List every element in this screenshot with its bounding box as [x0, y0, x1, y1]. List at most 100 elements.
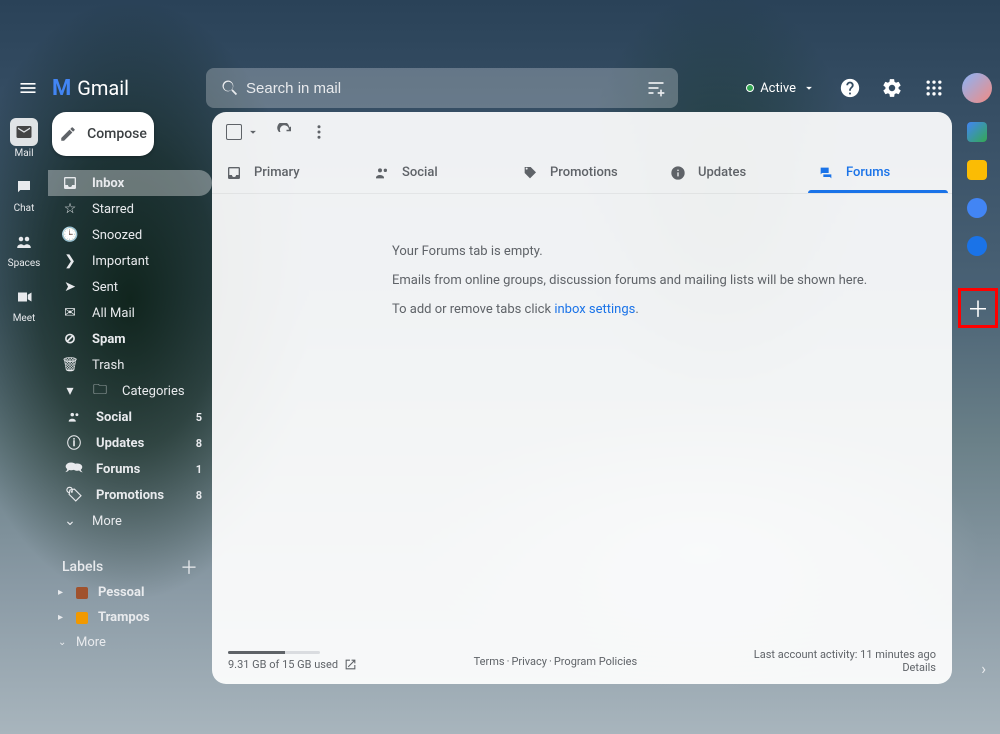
inbox-icon: [226, 165, 242, 181]
footer-links: Terms · Privacy · Program Policies: [474, 655, 638, 668]
tab-forums[interactable]: Forums: [804, 152, 952, 193]
privacy-link[interactable]: Privacy: [511, 655, 547, 668]
nav-starred[interactable]: ☆Starred: [48, 196, 212, 222]
gmail-logo[interactable]: M Gmail: [52, 76, 202, 101]
product-name: Gmail: [77, 76, 129, 100]
terms-link[interactable]: Terms: [474, 655, 505, 668]
label-trampos[interactable]: ▸ Trampos: [48, 605, 212, 630]
mail-icon: [10, 118, 38, 146]
people-icon: [374, 165, 390, 181]
labels-title: Labels: [62, 559, 103, 575]
folder-icon: 🗀: [92, 379, 108, 403]
main-menu-button[interactable]: [4, 64, 52, 112]
apps-button[interactable]: [916, 70, 952, 106]
tasks-addon[interactable]: [967, 198, 987, 218]
rail-label: Chat: [14, 203, 35, 214]
status-chip[interactable]: Active: [736, 77, 826, 100]
forum-icon: [818, 165, 834, 181]
search-bar[interactable]: [206, 68, 678, 108]
nav-cat-social[interactable]: Social5: [48, 404, 212, 430]
refresh-icon: [276, 123, 294, 141]
search-input[interactable]: [246, 80, 642, 97]
rail-item-spaces[interactable]: Spaces: [8, 228, 41, 269]
labels-header: Labels ＋: [48, 554, 212, 580]
nav-inbox[interactable]: Inbox: [48, 170, 212, 196]
rail-item-mail[interactable]: Mail: [10, 118, 38, 159]
get-addons-button-highlight: ＋: [958, 288, 998, 328]
topbar: M Gmail Active: [0, 64, 1000, 112]
account-avatar[interactable]: [962, 73, 992, 103]
nav-categories[interactable]: ▾🗀Categories: [48, 378, 212, 404]
nav-important[interactable]: ❯Important: [48, 248, 212, 274]
compose-label: Compose: [87, 126, 147, 142]
support-button[interactable]: [832, 70, 868, 106]
gmail-m-icon: M: [52, 76, 71, 101]
details-link[interactable]: Details: [754, 661, 936, 674]
nav-sent[interactable]: ➤Sent: [48, 274, 212, 300]
empty-desc: Emails from online groups, discussion fo…: [392, 273, 952, 288]
toolbar: [212, 112, 952, 152]
app-rail: Mail Chat Spaces Meet: [0, 112, 48, 324]
info-icon: [670, 165, 686, 181]
select-all-checkbox[interactable]: [226, 124, 260, 140]
keep-addon[interactable]: [967, 160, 987, 180]
status-label: Active: [760, 81, 796, 96]
nav-cat-forums[interactable]: 🗪Forums1: [48, 456, 212, 482]
chevron-down-icon: [802, 81, 816, 95]
info-icon: ⓘ: [66, 433, 82, 453]
search-options-icon[interactable]: [642, 78, 670, 98]
chevron-down-icon: ▾: [62, 383, 78, 399]
storage-bar: [228, 651, 320, 654]
inbox-icon: [62, 175, 78, 191]
settings-button[interactable]: [874, 70, 910, 106]
contacts-addon[interactable]: [967, 236, 987, 256]
tab-primary[interactable]: Primary: [212, 152, 360, 193]
tab-promotions[interactable]: Promotions: [508, 152, 656, 193]
chat-icon: [10, 173, 38, 201]
sidebar: Compose Inbox ☆Starred 🕒Snoozed ❯Importa…: [48, 112, 212, 655]
footer: 9.31 GB of 15 GB used Terms · Privacy · …: [212, 642, 952, 684]
nav-spam[interactable]: ⊘Spam: [48, 326, 212, 352]
tab-social[interactable]: Social: [360, 152, 508, 193]
nav-cat-updates[interactable]: ⓘUpdates8: [48, 430, 212, 456]
compose-button[interactable]: Compose: [52, 112, 154, 156]
nav-snoozed[interactable]: 🕒Snoozed: [48, 222, 212, 248]
storage-info: 9.31 GB of 15 GB used: [228, 651, 357, 671]
empty-cta: To add or remove tabs click inbox settin…: [392, 302, 952, 317]
nav-allmail[interactable]: ✉All Mail: [48, 300, 212, 326]
nav-list: Inbox ☆Starred 🕒Snoozed ❯Important ➤Sent…: [48, 170, 212, 534]
collapse-sidepanel-button[interactable]: ›: [981, 659, 986, 678]
important-icon: ❯: [62, 253, 78, 269]
tab-updates[interactable]: Updates: [656, 152, 804, 193]
nav-cat-promotions[interactable]: 🏷Promotions8: [48, 482, 212, 508]
spaces-icon: [10, 228, 38, 256]
star-icon: ☆: [62, 201, 78, 217]
category-tabs: Primary Social Promotions Updates Forums: [212, 152, 952, 194]
chevron-down-icon: ⌄: [62, 513, 78, 529]
labels-more[interactable]: ⌄ More: [48, 630, 212, 655]
activity-text: Last account activity: 11 minutes ago: [754, 648, 936, 661]
label-color-icon: [76, 587, 88, 599]
footer-activity: Last account activity: 11 minutes ago De…: [754, 648, 936, 674]
rail-label: Meet: [13, 313, 36, 324]
more-button[interactable]: [310, 123, 328, 141]
inbox-settings-link[interactable]: inbox settings: [554, 302, 635, 317]
checkbox-icon: [226, 124, 242, 140]
open-in-new-icon[interactable]: [344, 658, 357, 671]
apps-grid-icon: [924, 78, 944, 98]
main-panel: Primary Social Promotions Updates Forums…: [212, 112, 952, 684]
nav-more[interactable]: ⌄More: [48, 508, 212, 534]
people-icon: [66, 410, 82, 424]
rail-item-chat[interactable]: Chat: [10, 173, 38, 214]
plus-icon[interactable]: ＋: [967, 292, 989, 324]
nav-trash[interactable]: 🗑Trash: [48, 352, 212, 378]
tag-icon: [522, 165, 538, 181]
topbar-actions: Active: [736, 70, 992, 106]
rail-item-meet[interactable]: Meet: [10, 283, 38, 324]
calendar-addon[interactable]: [967, 122, 987, 142]
policies-link[interactable]: Program Policies: [554, 655, 637, 668]
search-icon: [214, 78, 246, 98]
add-label-button[interactable]: ＋: [180, 554, 198, 580]
label-pessoal[interactable]: ▸ Pessoal: [48, 580, 212, 605]
refresh-button[interactable]: [276, 123, 294, 141]
